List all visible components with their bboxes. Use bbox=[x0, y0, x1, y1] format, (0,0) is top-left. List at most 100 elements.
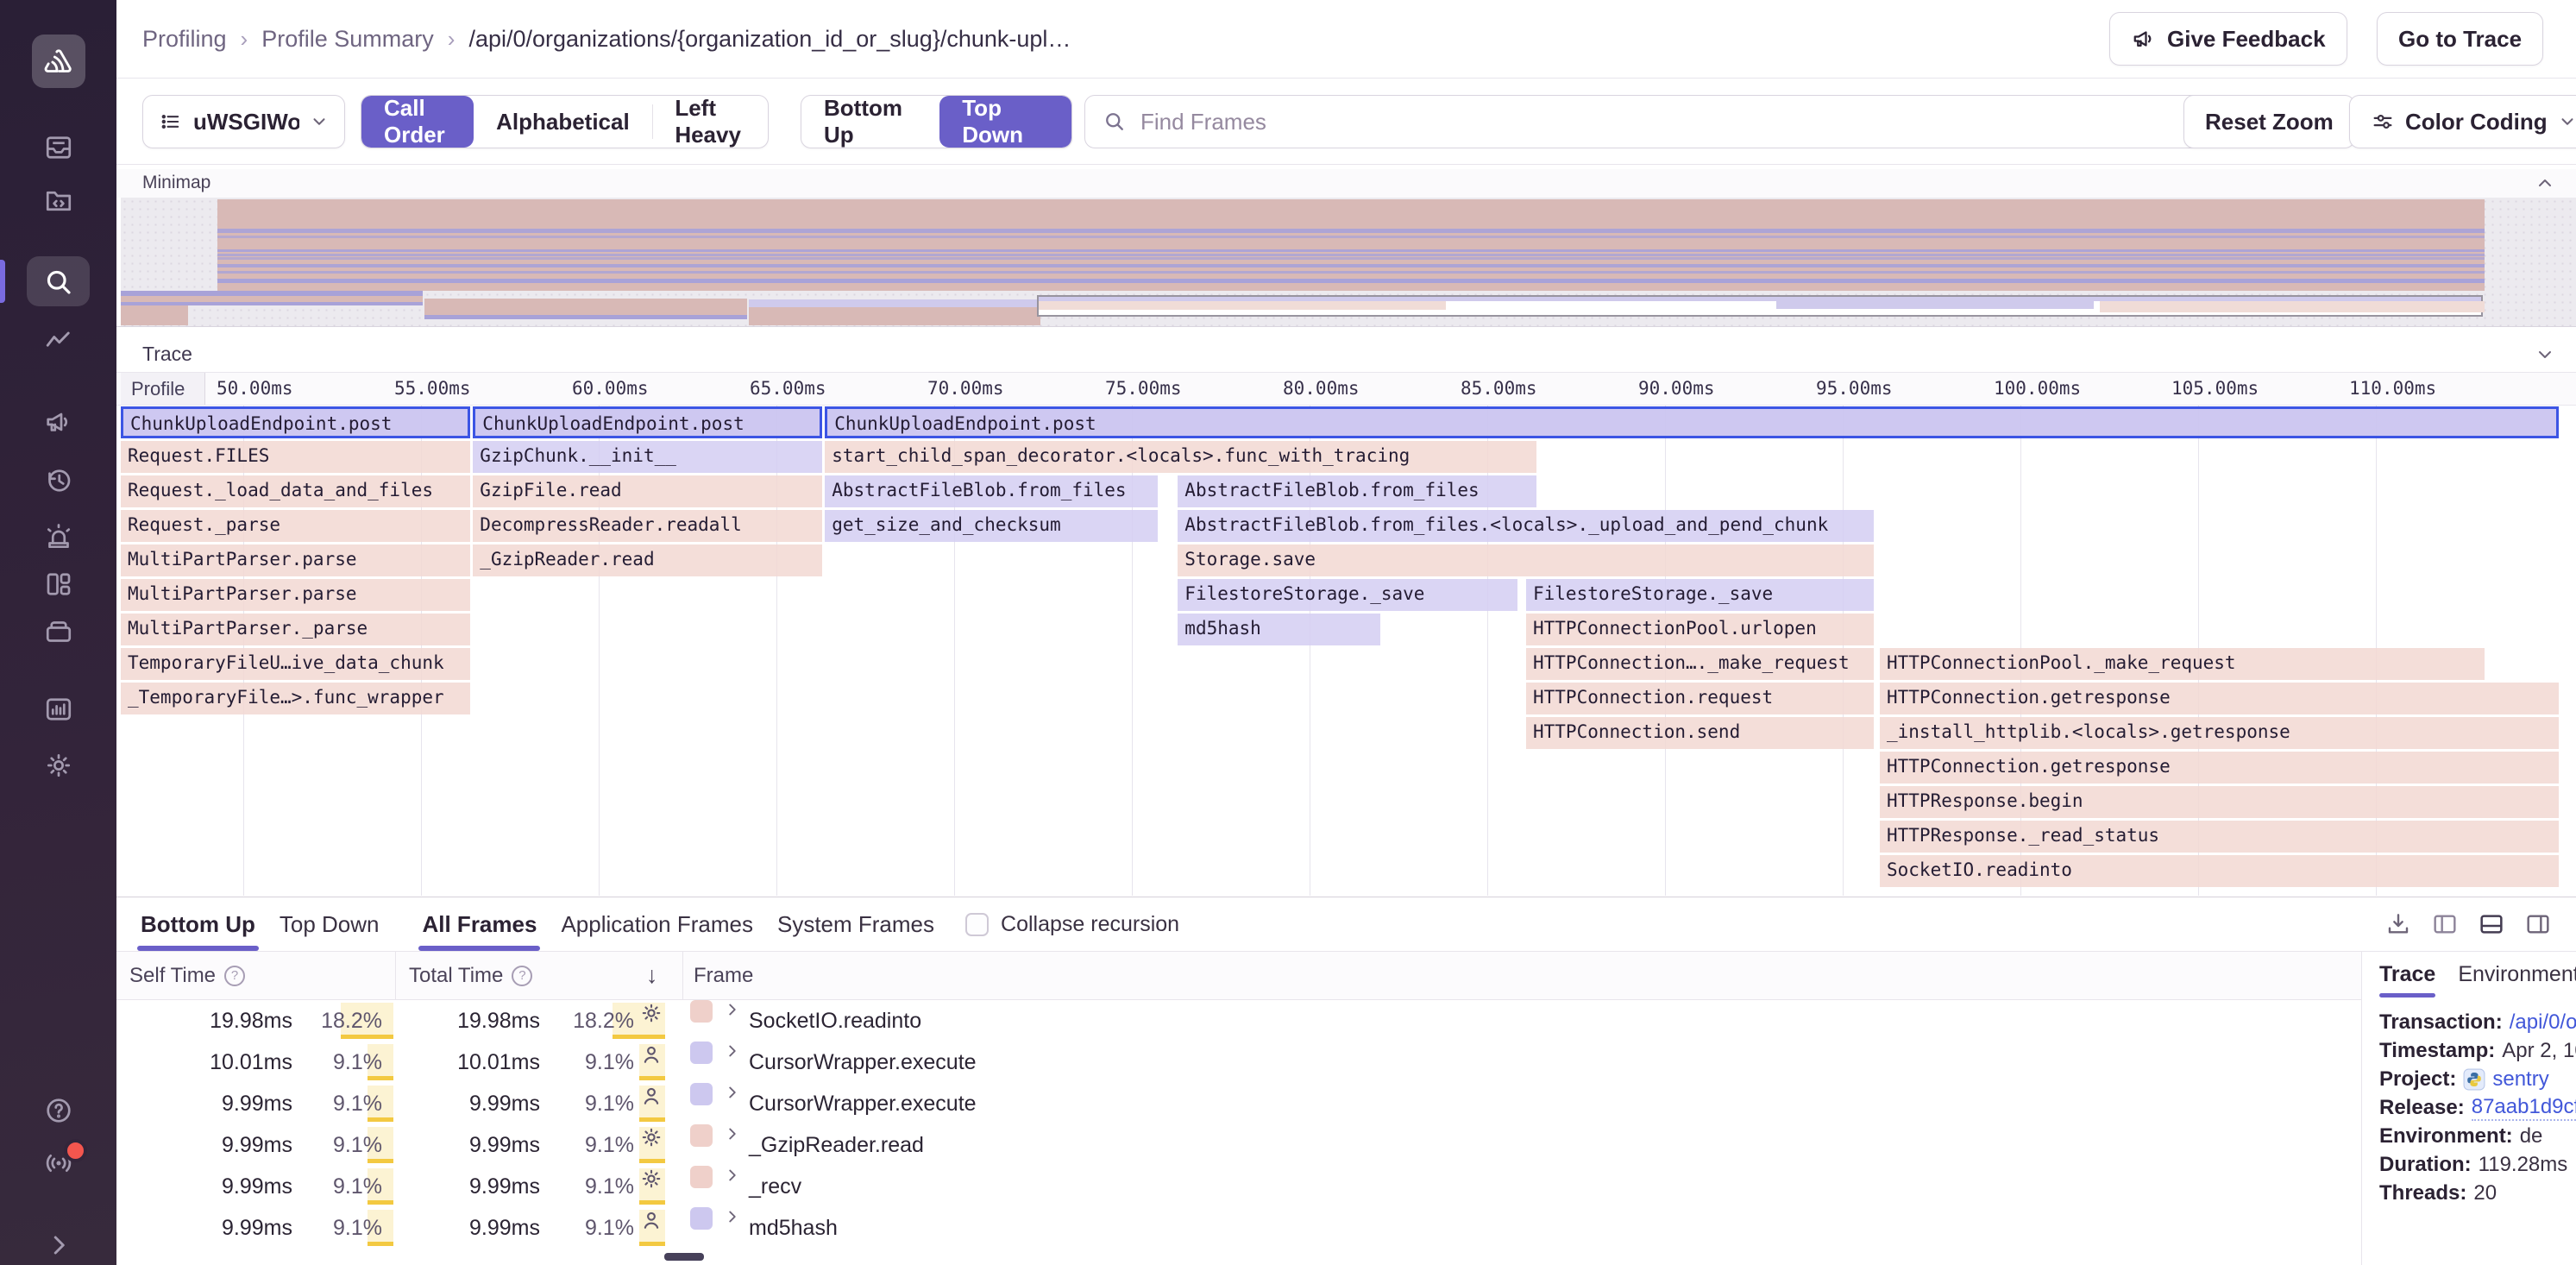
flame-frame[interactable]: Storage.save bbox=[1178, 544, 1874, 576]
detail-value[interactable]: sentry bbox=[2492, 1065, 2548, 1093]
horizontal-scrollbar-thumb[interactable] bbox=[664, 1253, 704, 1261]
tab-bottom-up[interactable]: Bottom Up bbox=[129, 897, 267, 951]
flame-frame[interactable]: HTTPConnectionPool._make_request bbox=[1880, 648, 2485, 680]
flame-frame[interactable]: MultiPartParser._parse bbox=[121, 614, 470, 645]
flame-frame[interactable]: start_child_span_decorator.<locals>.func… bbox=[825, 441, 1536, 473]
flame-frame[interactable]: GzipFile.read bbox=[473, 475, 822, 507]
projects-icon[interactable] bbox=[43, 186, 74, 217]
color-coding-dropdown[interactable]: Color Coding bbox=[2349, 95, 2576, 148]
download-icon[interactable] bbox=[2384, 910, 2412, 938]
flame-frame[interactable]: HTTPResponse.begin bbox=[1880, 786, 2559, 818]
flame-frame[interactable]: AbstractFileBlob.from_files.<locals>._up… bbox=[1178, 510, 1874, 542]
flame-frame[interactable]: AbstractFileBlob.from_files bbox=[1178, 475, 1536, 507]
expand-chevron-icon[interactable] bbox=[723, 1207, 742, 1226]
flame-frame[interactable]: HTTPConnection…._make_request bbox=[1526, 648, 1874, 680]
expand-chevron-icon[interactable] bbox=[723, 1000, 742, 1019]
flame-frame[interactable]: MultiPartParser.parse bbox=[121, 544, 470, 576]
feedback-megaphone-icon[interactable] bbox=[43, 406, 74, 437]
replays-clock-icon[interactable] bbox=[43, 465, 74, 496]
performance-icon[interactable] bbox=[43, 325, 74, 356]
find-frames-input[interactable] bbox=[1139, 108, 2229, 136]
layout-bottom-icon[interactable] bbox=[2478, 910, 2505, 938]
flame-frame[interactable]: TemporaryFileU…ive_data_chunk bbox=[121, 648, 470, 680]
flame-frame[interactable]: HTTPConnection.send bbox=[1526, 717, 1874, 749]
flame-frame[interactable]: GzipChunk.__init__ bbox=[473, 441, 822, 473]
flame-frame[interactable]: Request._load_data_and_files bbox=[121, 475, 470, 507]
total-time-header[interactable]: Total Time? bbox=[409, 952, 532, 999]
flame-frame[interactable]: get_size_and_checksum bbox=[825, 510, 1158, 542]
trace-collapse-chevron-icon[interactable] bbox=[2535, 344, 2555, 365]
details-tab-trace[interactable]: Trace bbox=[2379, 962, 2435, 998]
sort-alphabetical-button[interactable]: Alphabetical bbox=[474, 96, 652, 148]
collapse-recursion-checkbox[interactable] bbox=[965, 913, 989, 936]
issues-icon[interactable] bbox=[43, 132, 74, 163]
sentry-logo-icon[interactable] bbox=[32, 35, 85, 88]
flame-frame[interactable]: DecompressReader.readall bbox=[473, 510, 822, 542]
flame-frame[interactable]: md5hash bbox=[1178, 614, 1380, 645]
dashboards-layout-icon[interactable] bbox=[43, 569, 74, 600]
flame-frame[interactable]: _install_httplib.<locals>.getresponse bbox=[1880, 717, 2559, 749]
expand-chevron-icon[interactable] bbox=[723, 1166, 742, 1185]
minimap-canvas[interactable] bbox=[121, 198, 2576, 326]
flame-frame[interactable]: ChunkUploadEndpoint.post bbox=[825, 406, 2559, 438]
tab-all-frames[interactable]: All Frames bbox=[410, 897, 549, 951]
flame-frame[interactable]: HTTPConnectionPool.urlopen bbox=[1526, 614, 1874, 645]
thread-selector-dropdown[interactable]: uWSGIWor… bbox=[142, 95, 345, 148]
expand-chevron-icon[interactable] bbox=[723, 1124, 742, 1143]
flamegraph-canvas[interactable]: ChunkUploadEndpoint.postChunkUploadEndpo… bbox=[121, 406, 2576, 896]
help-tooltip-icon[interactable]: ? bbox=[512, 966, 532, 986]
tab-system-frames[interactable]: System Frames bbox=[765, 897, 946, 951]
flame-frame[interactable]: HTTPConnection.getresponse bbox=[1880, 752, 2559, 784]
flame-frame[interactable]: HTTPResponse._read_status bbox=[1880, 821, 2559, 853]
flame-frame[interactable]: Request.FILES bbox=[121, 441, 470, 473]
details-tab-environment[interactable]: Environment bbox=[2458, 962, 2576, 998]
sidebar-collapse-chevron-icon[interactable] bbox=[43, 1230, 74, 1261]
breadcrumb-profiling[interactable]: Profiling bbox=[142, 26, 227, 53]
minimap-selection[interactable] bbox=[1037, 295, 2483, 317]
stats-icon[interactable] bbox=[43, 694, 74, 725]
releases-archive-icon[interactable] bbox=[43, 616, 74, 647]
layout-right-icon[interactable] bbox=[2524, 910, 2552, 938]
expand-chevron-icon[interactable] bbox=[723, 1083, 742, 1102]
flame-frame[interactable]: _GzipReader.read bbox=[473, 544, 822, 576]
sort-left-heavy-button[interactable]: Left Heavy bbox=[652, 96, 768, 148]
flame-frame[interactable]: MultiPartParser.parse bbox=[121, 579, 470, 611]
flame-frame[interactable]: Request._parse bbox=[121, 510, 470, 542]
help-tooltip-icon[interactable]: ? bbox=[224, 966, 245, 986]
go-to-trace-button[interactable]: Go to Trace bbox=[2377, 12, 2543, 66]
explore-search-icon[interactable] bbox=[43, 267, 74, 298]
settings-gear-icon[interactable] bbox=[43, 750, 74, 781]
layout-left-icon[interactable] bbox=[2431, 910, 2459, 938]
give-feedback-button[interactable]: Give Feedback bbox=[2109, 12, 2347, 66]
flame-frame[interactable]: ChunkUploadEndpoint.post bbox=[473, 406, 822, 438]
flame-frame[interactable]: FilestoreStorage._save bbox=[1526, 579, 1874, 611]
help-icon[interactable] bbox=[43, 1095, 74, 1126]
flame-frame[interactable]: HTTPConnection.getresponse bbox=[1880, 683, 2559, 714]
flame-frame[interactable]: FilestoreStorage._save bbox=[1178, 579, 1517, 611]
frame-table-row[interactable]: 9.99ms9.1%9.99ms9.1%md5hash bbox=[116, 1207, 2361, 1249]
sort-call-order-button[interactable]: Call Order bbox=[361, 96, 474, 148]
tab-application-frames[interactable]: Application Frames bbox=[549, 897, 765, 951]
detail-value[interactable]: 87aab1d9cfa0 bbox=[2472, 1095, 2576, 1121]
direction-top-down-button[interactable]: Top Down bbox=[939, 96, 1071, 148]
reset-zoom-button[interactable]: Reset Zoom bbox=[2183, 95, 2355, 148]
frame-table-row[interactable]: 19.98ms18.2%19.98ms18.2%SocketIO.readint… bbox=[116, 1000, 2361, 1042]
frame-table-row[interactable]: 9.99ms9.1%9.99ms9.1%CursorWrapper.execut… bbox=[116, 1083, 2361, 1124]
frame-table-row[interactable]: 10.01ms9.1%10.01ms9.1%CursorWrapper.exec… bbox=[116, 1042, 2361, 1083]
frame-table-row[interactable]: 9.99ms9.1%9.99ms9.1%_GzipReader.read bbox=[116, 1124, 2361, 1166]
self-time-header[interactable]: Self Time? bbox=[129, 952, 245, 999]
flame-frame[interactable]: AbstractFileBlob.from_files bbox=[825, 475, 1158, 507]
expand-chevron-icon[interactable] bbox=[723, 1042, 742, 1060]
breadcrumb-profile-summary[interactable]: Profile Summary bbox=[261, 26, 434, 53]
flame-frame[interactable]: SocketIO.readinto bbox=[1880, 855, 2559, 887]
tab-top-down[interactable]: Top Down bbox=[267, 897, 392, 951]
alerts-siren-icon[interactable] bbox=[43, 521, 74, 552]
frame-table-row[interactable]: 9.99ms9.1%9.99ms9.1%_recv bbox=[116, 1166, 2361, 1207]
direction-bottom-up-button[interactable]: Bottom Up bbox=[801, 96, 939, 148]
minimap-collapse-chevron-icon[interactable] bbox=[2535, 173, 2555, 193]
sort-descending-arrow-icon[interactable]: ↓ bbox=[646, 952, 658, 999]
detail-value[interactable]: /api/0/organizations/{organ… bbox=[2510, 1008, 2576, 1036]
flame-frame[interactable]: HTTPConnection.request bbox=[1526, 683, 1874, 714]
flame-frame[interactable]: _TemporaryFile…>.func_wrapper bbox=[121, 683, 470, 714]
flame-frame[interactable]: ChunkUploadEndpoint.post bbox=[121, 406, 470, 438]
